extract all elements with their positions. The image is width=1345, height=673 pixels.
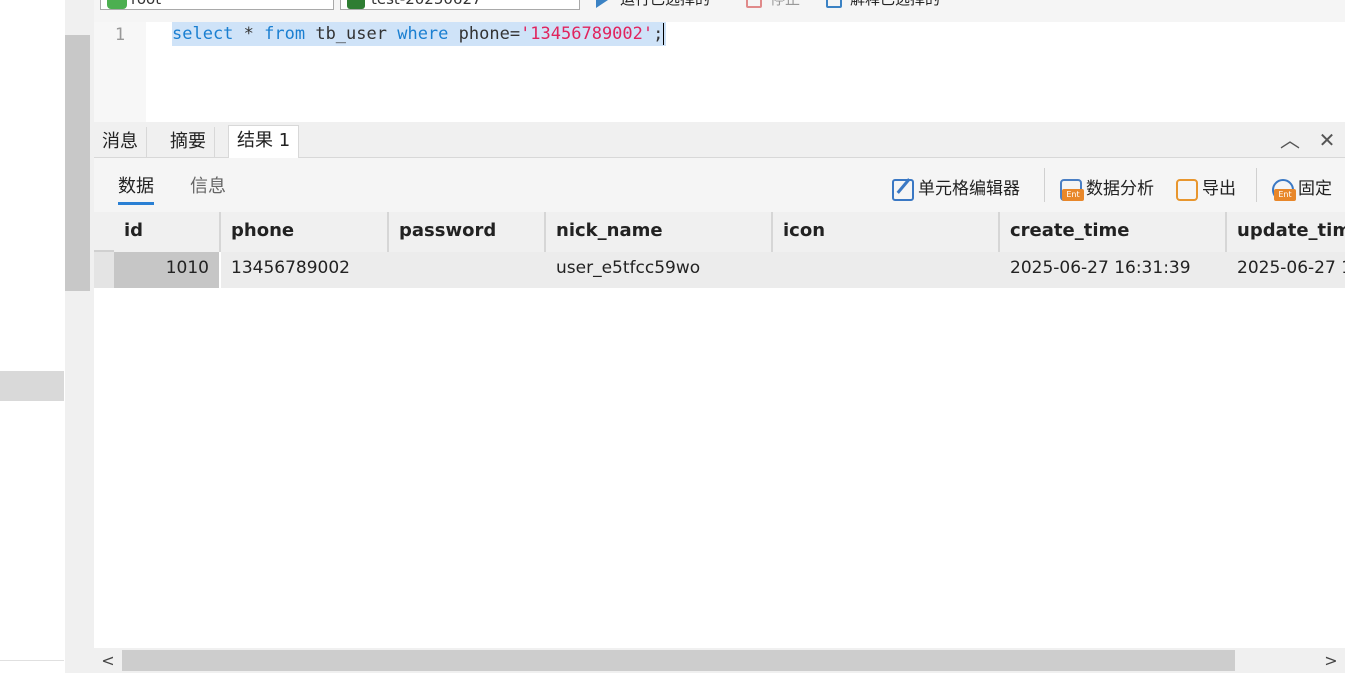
navigator-divider [0,660,64,661]
data-analysis-button[interactable]: Ent 数据分析 [1058,176,1154,202]
navigator-scroll-thumb[interactable] [65,35,90,291]
column-header-icon[interactable]: icon [773,212,1000,252]
cell-editor-button[interactable]: 单元格编辑器 [890,176,1020,202]
close-panel-button[interactable]: ✕ [1316,130,1338,152]
chevron-right-icon: > [1324,651,1338,670]
column-header-create-time[interactable]: create_time [1000,212,1227,252]
result-grid[interactable]: id phone password nick_name icon create_… [94,212,1345,648]
row-indicator[interactable] [94,252,114,288]
result-subtoolbar: 数据 信息 单元格编辑器 Ent 数据分析 导出 Ent 固定 [94,158,1345,212]
stop-button[interactable]: 停止 [744,0,800,10]
tab-result-1[interactable]: 结果 1 [228,125,300,159]
connection-icon [107,0,127,9]
analysis-icon: Ent [1060,179,1084,201]
play-icon [596,0,608,8]
explain-selected-button[interactable]: 解释已选择的 [824,0,940,10]
toolbar-separator [1256,168,1257,202]
stop-icon [746,0,762,8]
sql-editor[interactable]: 1 select * from tb_user where phone='134… [94,22,1345,122]
chevron-left-icon: < [101,651,115,670]
pin-button[interactable]: Ent 固定 [1270,176,1332,202]
cell-phone[interactable]: 13456789002 [221,252,389,288]
column-header-id[interactable]: id [114,212,221,252]
query-toolbar: root test-20250627 运行已选择的 停止 解释已选择的 [94,0,1345,22]
edit-icon [892,179,914,201]
pin-icon: Ent [1272,179,1296,201]
sql-text: * [233,24,265,44]
subtab-info[interactable]: 信息 [190,176,226,198]
tab-summary[interactable]: 摘要 [162,127,215,158]
grid-header: id phone password nick_name icon create_… [94,212,1345,252]
stop-label: 停止 [770,0,800,8]
sql-string: '13456789002' [520,24,654,44]
navigator-panel [0,0,94,673]
result-tabbar: 消息 摘要 结果 1 ︿ ✕ [94,122,1345,159]
chevron-up-icon: ︿ [1280,128,1300,152]
text-cursor [663,23,665,45]
enterprise-badge: Ent [1062,189,1084,201]
line-number: 1 [114,25,126,45]
connection-user-select[interactable]: root [100,0,334,10]
cell-id[interactable]: 1010 [114,252,221,288]
explain-selected-label: 解释已选择的 [850,0,940,8]
column-header-password[interactable]: password [389,212,546,252]
pin-label: 固定 [1298,179,1332,199]
column-header-phone[interactable]: phone [221,212,389,252]
sql-code-line[interactable]: select * from tb_user where phone='13456… [172,22,667,46]
connection-user-label: root [131,0,161,8]
line-gutter: 1 [94,22,146,122]
export-button[interactable]: 导出 [1174,176,1236,202]
cell-create-time[interactable]: 2025-06-27 16:31:39 [1000,252,1227,288]
run-selected-button[interactable]: 运行已选择的 [594,0,710,10]
sql-text: ; [653,24,664,44]
database-select[interactable]: test-20250627 [340,0,580,10]
tab-messages[interactable]: 消息 [94,127,147,158]
cell-editor-label: 单元格编辑器 [918,179,1020,199]
explain-icon [826,0,842,8]
enterprise-badge: Ent [1274,189,1296,201]
data-analysis-label: 数据分析 [1086,179,1154,199]
cell-nick-name[interactable]: user_e5tfcc59wo [546,252,773,288]
run-selected-label: 运行已选择的 [620,0,710,8]
close-icon: ✕ [1318,128,1336,152]
sql-keyword: where [397,24,449,44]
sql-keyword: select [172,24,234,44]
cell-icon[interactable] [773,252,1000,288]
scroll-left-button[interactable]: < [96,648,120,673]
sql-text: tb_user [305,24,398,44]
navigator-selected-item[interactable] [0,371,64,401]
subtab-data[interactable]: 数据 [118,176,154,205]
horizontal-scroll-thumb[interactable] [122,650,1235,671]
sql-text: phone= [448,24,521,44]
database-icon [347,0,365,9]
grid-horizontal-scrollbar[interactable]: < > [94,648,1345,673]
toolbar-separator [1044,168,1045,202]
database-label: test-20250627 [371,0,482,8]
cell-password[interactable] [389,252,546,288]
app-window: root test-20250627 运行已选择的 停止 解释已选择的 1 se… [0,0,1345,673]
column-header-update-time[interactable]: update_time [1227,212,1345,252]
table-row[interactable]: 1010 13456789002 user_e5tfcc59wo 2025-06… [114,252,1345,288]
collapse-panel-button[interactable]: ︿ [1279,130,1301,152]
sql-keyword: from [264,24,306,44]
scroll-right-button[interactable]: > [1319,648,1343,673]
export-label: 导出 [1202,179,1236,199]
cell-update-time[interactable]: 2025-06-27 16:31:39 [1227,252,1345,288]
export-icon [1176,179,1198,201]
column-header-nick-name[interactable]: nick_name [546,212,773,252]
